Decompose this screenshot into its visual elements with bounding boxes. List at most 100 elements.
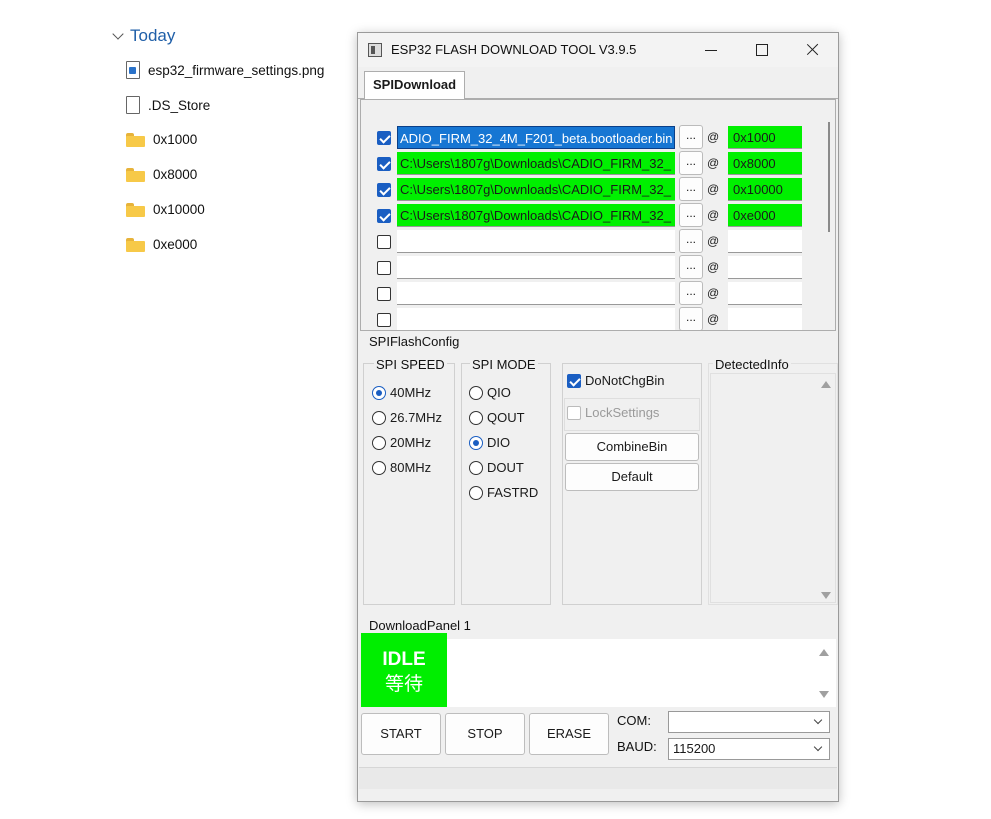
file-path-input[interactable]: ADIO_FIRM_32_4M_F201_beta.bootloader.bin xyxy=(397,126,675,149)
speed-option-40mhz[interactable]: 40MHz xyxy=(372,385,431,400)
browse-button[interactable]: ... xyxy=(679,203,703,227)
file-path-input[interactable] xyxy=(397,230,675,253)
status-text-cn: 等待 xyxy=(384,673,423,695)
file-row-checkbox[interactable] xyxy=(377,287,391,301)
radio-button[interactable] xyxy=(469,410,483,425)
combine-bin-button[interactable]: CombineBin xyxy=(565,433,699,461)
baud-rate-select[interactable]: 115200 xyxy=(668,738,830,760)
com-label: COM: xyxy=(617,713,651,728)
default-button[interactable]: Default xyxy=(565,463,699,491)
file-item-ds-store[interactable]: .DS_Store xyxy=(126,96,210,114)
mode-option-dio[interactable]: DIO xyxy=(469,435,510,450)
chevron-down-icon[interactable] xyxy=(813,742,823,752)
do-not-chg-bin-checkbox[interactable] xyxy=(567,373,581,388)
mode-option-dout[interactable]: DOUT xyxy=(469,460,524,475)
radio-button[interactable] xyxy=(469,485,483,500)
file-row-checkbox[interactable] xyxy=(377,235,391,249)
image-file-icon xyxy=(126,61,140,79)
erase-button[interactable]: ERASE xyxy=(529,713,609,755)
address-input[interactable]: 0x10000 xyxy=(728,178,802,201)
mode-option-fastrd[interactable]: FASTRD xyxy=(469,485,538,500)
file-item-png[interactable]: esp32_firmware_settings.png xyxy=(126,61,324,79)
group-header-today[interactable]: Today xyxy=(112,26,175,46)
tab-spidownload[interactable]: SPIDownload xyxy=(364,71,466,100)
chevron-down-icon[interactable] xyxy=(112,30,124,42)
browse-button[interactable]: ... xyxy=(679,125,703,149)
file-path-input[interactable]: C:\Users\1807g\Downloads\CADIO_FIRM_32_ xyxy=(397,152,675,175)
radio-button[interactable] xyxy=(372,385,386,400)
at-label: @ xyxy=(707,182,720,196)
browse-button[interactable]: ... xyxy=(679,281,703,305)
radio-button[interactable] xyxy=(372,460,386,475)
start-button[interactable]: START xyxy=(361,713,441,755)
file-row-checkbox[interactable] xyxy=(377,313,391,327)
close-button[interactable] xyxy=(790,33,836,67)
radio-button[interactable] xyxy=(469,385,483,400)
file-path-input[interactable]: C:\Users\1807g\Downloads\CADIO_FIRM_32_ xyxy=(397,204,675,227)
file-name: .DS_Store xyxy=(148,97,211,113)
stop-button[interactable]: STOP xyxy=(445,713,525,755)
title-bar[interactable]: ESP32 FLASH DOWNLOAD TOOL V3.9.5 xyxy=(358,33,838,67)
download-log[interactable] xyxy=(447,639,836,707)
file-row-checkbox[interactable] xyxy=(377,183,391,197)
radio-label: QOUT xyxy=(487,410,525,425)
lock-settings-label: LockSettings xyxy=(585,405,660,420)
com-port-select[interactable] xyxy=(668,711,830,733)
address-input[interactable]: 0xe000 xyxy=(728,204,802,227)
browse-button[interactable]: ... xyxy=(679,177,703,201)
file-row-4: C:\Users\1807g\Downloads\CADIO_FIRM_32_ … xyxy=(361,202,821,228)
minimize-button[interactable] xyxy=(688,33,734,67)
mode-option-qout[interactable]: QOUT xyxy=(469,410,525,425)
browse-button[interactable]: ... xyxy=(679,229,703,253)
address-input[interactable] xyxy=(728,230,802,253)
detected-info-text[interactable] xyxy=(710,373,836,603)
file-row-checkbox[interactable] xyxy=(377,261,391,275)
scroll-up-arrow-icon[interactable] xyxy=(821,381,831,388)
browse-button[interactable]: ... xyxy=(679,151,703,175)
folder-icon xyxy=(126,167,145,182)
app-icon xyxy=(368,43,382,57)
file-path-input[interactable] xyxy=(397,256,675,279)
radio-button[interactable] xyxy=(469,435,483,450)
folder-item-0x8000[interactable]: 0x8000 xyxy=(126,167,197,182)
mode-option-qio[interactable]: QIO xyxy=(469,385,511,400)
vertical-scrollbar[interactable] xyxy=(828,122,830,232)
speed-option-80mhz[interactable]: 80MHz xyxy=(372,460,431,475)
scroll-down-arrow-icon[interactable] xyxy=(819,691,829,698)
address-input[interactable] xyxy=(728,282,802,305)
do-not-chg-bin-option[interactable]: DoNotChgBin xyxy=(567,373,665,388)
file-row-checkbox[interactable] xyxy=(377,209,391,223)
file-row-checkbox[interactable] xyxy=(377,131,391,145)
group-label: Today xyxy=(130,26,176,45)
address-input[interactable]: 0x1000 xyxy=(728,126,802,149)
file-row-1: ADIO_FIRM_32_4M_F201_beta.bootloader.bin… xyxy=(361,124,821,150)
file-path-input[interactable] xyxy=(397,282,675,305)
browse-button[interactable]: ... xyxy=(679,255,703,279)
folder-icon xyxy=(126,202,145,217)
radio-button[interactable] xyxy=(469,460,483,475)
folder-item-0x1000[interactable]: 0x1000 xyxy=(126,132,197,147)
lock-settings-option[interactable]: LockSettings xyxy=(567,405,659,420)
address-input[interactable]: 0x8000 xyxy=(728,152,802,175)
folder-item-0x10000[interactable]: 0x10000 xyxy=(126,202,205,217)
radio-button[interactable] xyxy=(372,435,386,450)
file-row-checkbox[interactable] xyxy=(377,157,391,171)
chevron-down-icon[interactable] xyxy=(813,715,823,725)
status-text-en: IDLE xyxy=(382,649,426,670)
folder-item-0xe000[interactable]: 0xe000 xyxy=(126,237,197,252)
speed-option-20mhz[interactable]: 20MHz xyxy=(372,435,431,450)
radio-button[interactable] xyxy=(372,410,386,425)
browse-button[interactable]: ... xyxy=(679,307,703,330)
file-path-input[interactable] xyxy=(397,308,675,330)
address-input[interactable] xyxy=(728,256,802,279)
file-path-input[interactable]: C:\Users\1807g\Downloads\CADIO_FIRM_32_ xyxy=(397,178,675,201)
maximize-button[interactable] xyxy=(738,33,784,67)
speed-option-26mhz[interactable]: 26.7MHz xyxy=(372,410,442,425)
file-row-8: ... @ xyxy=(361,306,821,330)
scroll-down-arrow-icon[interactable] xyxy=(821,592,831,599)
window-title: ESP32 FLASH DOWNLOAD TOOL V3.9.5 xyxy=(391,42,637,57)
address-input[interactable] xyxy=(728,308,802,330)
scroll-up-arrow-icon[interactable] xyxy=(819,649,829,656)
folder-name: 0x10000 xyxy=(153,202,205,217)
lock-settings-checkbox[interactable] xyxy=(567,405,581,420)
